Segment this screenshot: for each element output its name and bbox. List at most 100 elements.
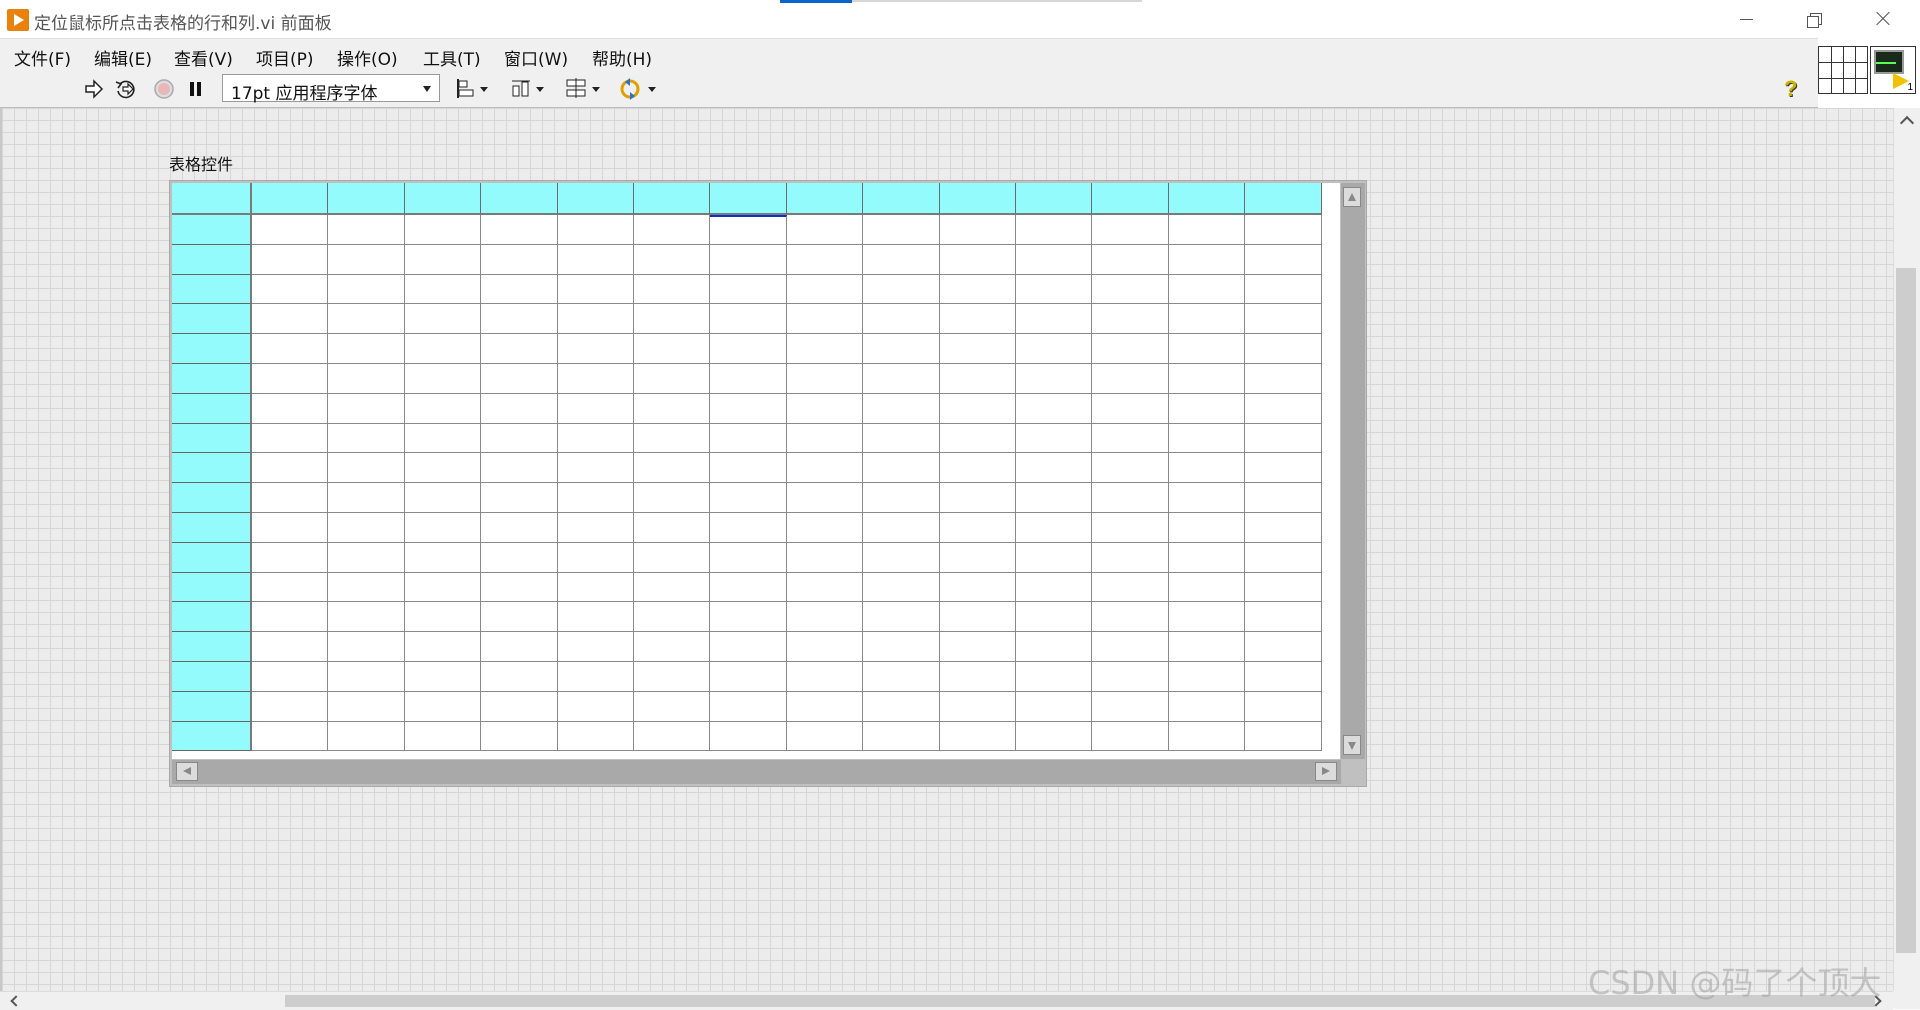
table-cell[interactable]: [939, 542, 1016, 573]
table-cell[interactable]: [328, 453, 405, 484]
table-cell[interactable]: [328, 513, 405, 543]
table-cell[interactable]: [481, 662, 558, 692]
restore-button[interactable]: [1780, 0, 1848, 38]
table-cell[interactable]: [634, 244, 711, 275]
table-cell[interactable]: [1168, 513, 1246, 543]
table-cell[interactable]: [328, 602, 405, 633]
table-cell[interactable]: [404, 393, 482, 424]
table-cell[interactable]: [404, 542, 482, 573]
table-cell[interactable]: [1168, 304, 1246, 335]
column-header[interactable]: [481, 183, 558, 215]
table-cell[interactable]: [634, 364, 711, 394]
table-cell[interactable]: [1016, 244, 1093, 275]
table-cell[interactable]: [634, 572, 711, 603]
table-cell[interactable]: [786, 274, 864, 305]
table-cell[interactable]: [481, 393, 558, 424]
table-cell[interactable]: [1245, 334, 1322, 364]
table-cell[interactable]: [710, 304, 787, 335]
table-cell[interactable]: [1092, 244, 1169, 275]
scroll-left-icon[interactable]: [10, 995, 22, 1007]
table-cell[interactable]: [939, 364, 1016, 394]
menu-view[interactable]: 查看(V): [172, 42, 235, 73]
table-cell[interactable]: [404, 244, 482, 275]
column-header[interactable]: [634, 183, 711, 215]
column-header[interactable]: [328, 183, 405, 215]
table-cell[interactable]: [252, 691, 329, 722]
vi-icon[interactable]: 1: [1870, 46, 1916, 94]
table-cell[interactable]: [328, 274, 405, 305]
column-header[interactable]: [252, 183, 329, 215]
table-cell[interactable]: [863, 364, 940, 394]
table-cell[interactable]: [481, 602, 558, 633]
table-cell[interactable]: [786, 691, 864, 722]
table-cell[interactable]: [939, 244, 1016, 275]
table-cell[interactable]: [252, 542, 329, 573]
row-header[interactable]: [172, 662, 252, 692]
row-header[interactable]: [172, 274, 252, 305]
table-control[interactable]: [172, 183, 1340, 759]
table-cell[interactable]: [252, 662, 329, 692]
table-cell[interactable]: [481, 244, 558, 275]
table-cell[interactable]: [1168, 334, 1246, 364]
table-cell[interactable]: [404, 483, 482, 513]
labview-app-icon[interactable]: [7, 9, 29, 31]
table-cell[interactable]: [710, 662, 787, 692]
table-cell[interactable]: [1245, 691, 1322, 722]
table-cell[interactable]: [1168, 632, 1246, 662]
table-cell[interactable]: [1092, 274, 1169, 305]
table-cell[interactable]: [1092, 215, 1169, 245]
table-cell[interactable]: [1016, 215, 1093, 245]
table-cell[interactable]: [1245, 364, 1322, 394]
table-cell[interactable]: [1092, 453, 1169, 484]
table-cell[interactable]: [252, 393, 329, 424]
row-header[interactable]: [172, 602, 252, 633]
table-cell[interactable]: [710, 572, 787, 603]
font-select[interactable]: 17pt 应用程序字体: [222, 74, 440, 104]
table-cell[interactable]: [1245, 423, 1322, 454]
close-button[interactable]: [1848, 0, 1916, 38]
column-header[interactable]: [710, 183, 787, 215]
table-cell[interactable]: [481, 542, 558, 573]
table-cell[interactable]: [328, 215, 405, 245]
table-cell[interactable]: [252, 483, 329, 513]
table-cell[interactable]: [1245, 244, 1322, 275]
table-cell[interactable]: [1092, 662, 1169, 692]
table-cell[interactable]: [939, 632, 1016, 662]
table-cell[interactable]: [557, 483, 634, 513]
table-cell[interactable]: [939, 662, 1016, 692]
menu-tools[interactable]: 工具(T): [421, 42, 483, 73]
table-cell[interactable]: [557, 542, 634, 573]
table-cell[interactable]: [328, 483, 405, 513]
table-cell[interactable]: [1245, 274, 1322, 305]
table-cell[interactable]: [786, 602, 864, 633]
table-cell[interactable]: [1168, 393, 1246, 424]
table-cell[interactable]: [1016, 572, 1093, 603]
table-cell[interactable]: [786, 542, 864, 573]
column-header[interactable]: [939, 183, 1016, 215]
table-cell[interactable]: [1092, 602, 1169, 633]
table-cell[interactable]: [634, 483, 711, 513]
table-cell[interactable]: [1092, 334, 1169, 364]
table-cell[interactable]: [863, 423, 940, 454]
table-cell[interactable]: [481, 304, 558, 335]
table-cell[interactable]: [1092, 364, 1169, 394]
table-cell[interactable]: [481, 632, 558, 662]
row-header[interactable]: [172, 364, 252, 394]
table-cell[interactable]: [481, 453, 558, 484]
table-cell[interactable]: [1092, 542, 1169, 573]
table-cell[interactable]: [252, 364, 329, 394]
menu-window[interactable]: 窗口(W): [502, 42, 570, 73]
table-cell[interactable]: [1016, 453, 1093, 484]
table-cell[interactable]: [634, 632, 711, 662]
table-cell[interactable]: [634, 602, 711, 633]
table-cell[interactable]: [786, 334, 864, 364]
table-cell[interactable]: [710, 274, 787, 305]
table-cell[interactable]: [481, 274, 558, 305]
table-cell[interactable]: [1092, 304, 1169, 335]
table-cell[interactable]: [252, 513, 329, 543]
table-cell[interactable]: [404, 662, 482, 692]
table-cell[interactable]: [939, 215, 1016, 245]
table-cell[interactable]: [786, 483, 864, 513]
table-cell[interactable]: [404, 215, 482, 245]
table-cell[interactable]: [557, 721, 634, 752]
